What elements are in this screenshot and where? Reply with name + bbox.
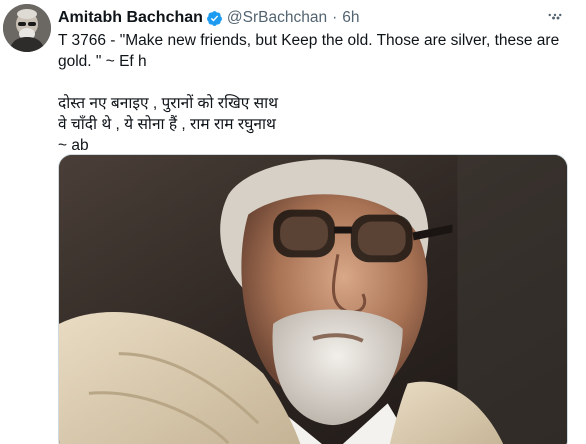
- verified-badge-icon: [206, 10, 223, 27]
- tweet-header: Amitabh Bachchan @SrBachchan · 6h: [58, 8, 546, 28]
- portrait-photo: [59, 155, 567, 444]
- tweet-timestamp[interactable]: 6h: [342, 9, 359, 27]
- avatar[interactable]: [3, 4, 51, 52]
- tweet-text-line: T 3766 - "Make new friends, but Keep the…: [58, 32, 560, 49]
- author-name[interactable]: Amitabh Bachchan: [58, 9, 203, 27]
- header-separator: ·: [332, 9, 338, 26]
- tweet-signature: ~ ab: [58, 137, 89, 154]
- tweet-text-line: gold. " ~ Ef h: [58, 53, 147, 70]
- author-handle[interactable]: @SrBachchan: [227, 9, 327, 27]
- user-avatar-icon: [3, 4, 51, 52]
- tweet-text: T 3766 - "Make new friends, but Keep the…: [58, 30, 568, 156]
- more-options-icon[interactable]: [544, 10, 566, 26]
- tweet-photo[interactable]: [58, 154, 568, 444]
- tweet-hindi-line: वे चाँदी थे , ये सोना हैं , राम राम रघुन…: [58, 116, 276, 133]
- tweet-hindi-line: दोस्त नए बनाइए , पुरानों को रखिए साथ: [58, 95, 279, 112]
- tweet[interactable]: Amitabh Bachchan @SrBachchan · 6h T 3766…: [0, 0, 586, 444]
